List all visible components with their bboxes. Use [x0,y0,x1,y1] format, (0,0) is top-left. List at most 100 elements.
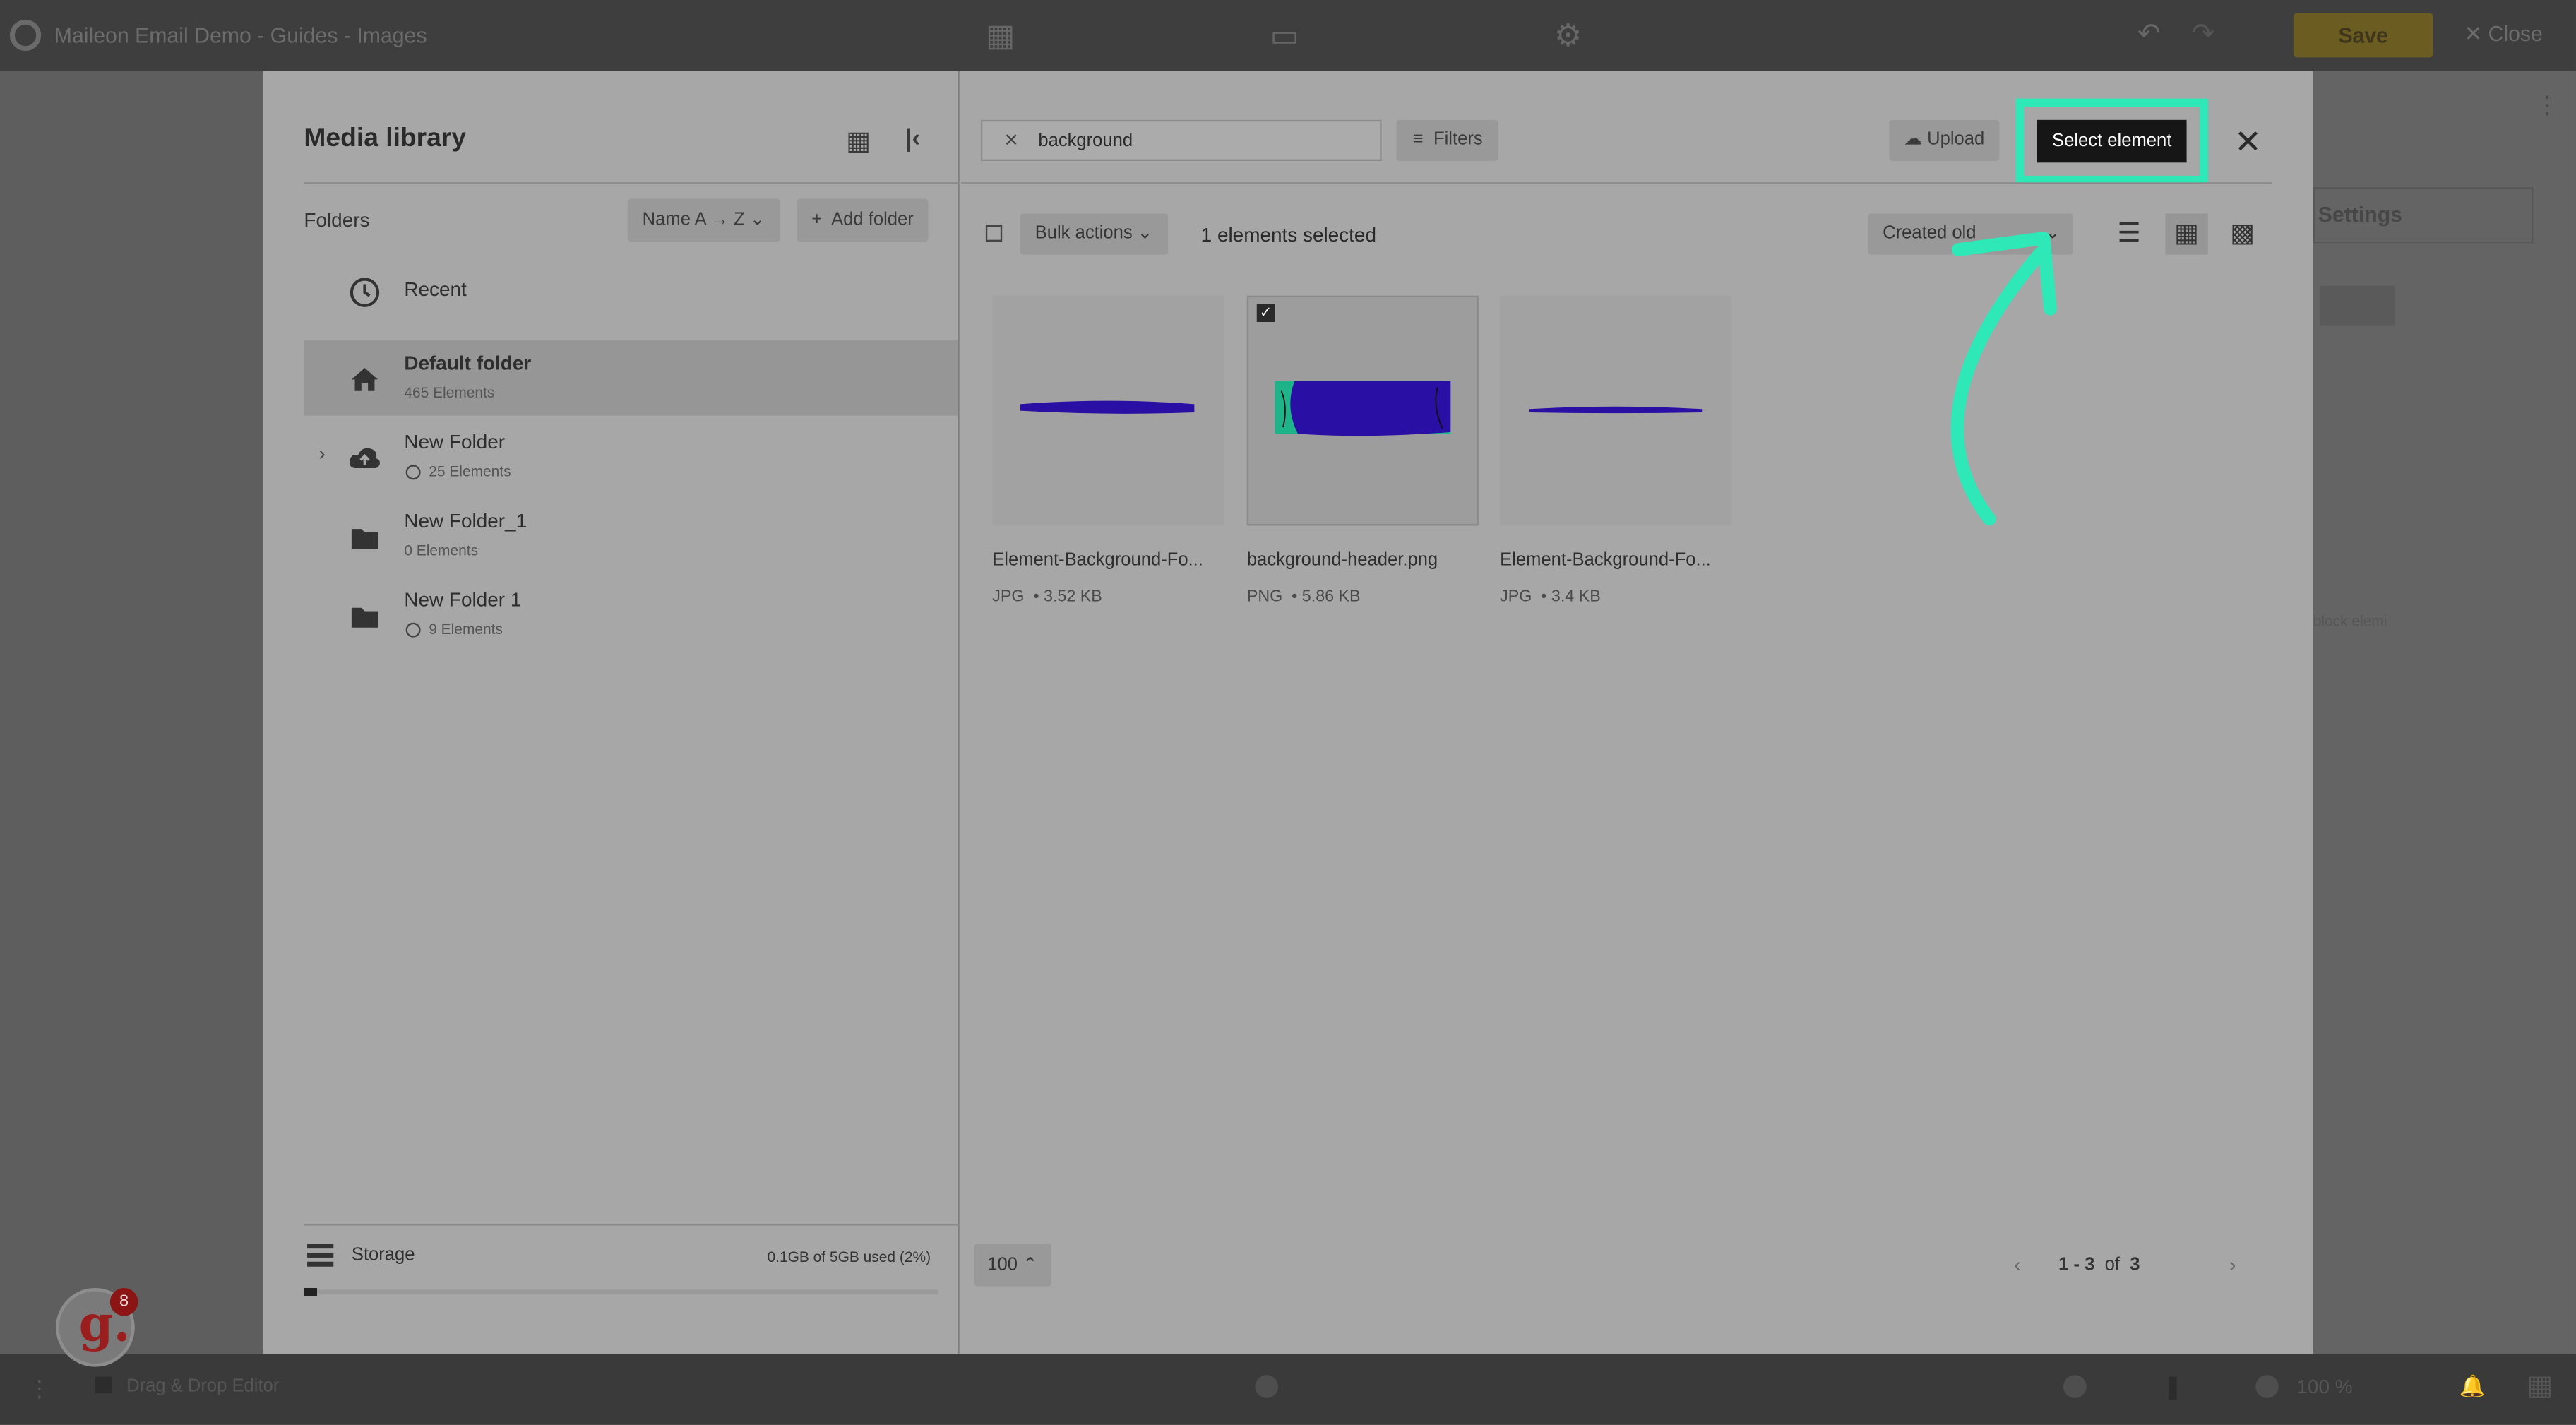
folder-count: 9 Elements [429,621,503,638]
filters-button[interactable]: ≡ Filters [1396,119,1498,161]
grid-view-icon[interactable]: ▦ [846,125,871,158]
desktop-preview-icon[interactable]: ▭ [1270,18,1299,56]
previous-page-icon[interactable]: ‹ [2014,1253,2020,1277]
media-type: JPG [1500,588,1532,607]
folder-item-recent[interactable]: Recent [304,253,958,328]
notification-count-badge: 8 [109,1287,138,1316]
folder-item-new-folder[interactable]: › New Folder 25 Elements [304,419,958,494]
filters-label: Filters [1433,129,1483,150]
media-name: background-header.png [1246,550,1438,571]
folders-label: Folders [304,208,370,232]
folder-item-default[interactable]: Default folder 465 Elements [304,340,958,416]
list-view-icon[interactable]: ☰ [2108,213,2150,254]
folder-item-new-folder-1[interactable]: New Folder 1 9 Elements [304,577,958,652]
grid-view-icon[interactable]: ▦ [2165,213,2208,255]
sort-folders-label: Name A → Z [642,210,745,230]
app-logo-icon [9,19,42,52]
preview-toggle-icon[interactable] [1255,1375,1279,1398]
media-main-area: ✕ ≡ Filters ☁ Upload Select element ✕ Bu… [961,71,2313,1354]
search-input[interactable] [1038,126,1367,157]
media-type: PNG [1246,588,1283,607]
add-folder-label: Add folder [831,210,914,230]
folder-icon [351,529,378,549]
sort-folders-button[interactable]: Name A → Z ⌄ [627,198,780,242]
media-thumbnail[interactable] [992,295,1224,526]
chevron-down-icon: ⌄ [1137,223,1153,244]
collapse-sidebar-icon[interactable]: |‹ [905,125,920,153]
folder-item-new-folder-underscore-1[interactable]: New Folder_1 0 Elements [304,498,958,573]
media-thumbnail[interactable]: ✓ [1246,295,1479,526]
masonry-view-icon[interactable]: ▩ [2221,213,2263,254]
next-page-icon[interactable]: › [2229,1253,2236,1277]
menu-dots-icon[interactable]: ⋮ [28,1375,52,1403]
folder-icon [351,607,378,628]
selected-count: 1 elements selected [1200,223,1376,246]
media-meta: PNG • 5.86 KB [1246,588,1361,607]
folder-count: 0 Elements [404,542,479,559]
tutorial-arrow [1950,232,2057,526]
chevron-up-icon: ⌃ [1022,1255,1038,1275]
redo-icon[interactable]: ↷ [2192,18,2215,52]
more-options-icon[interactable]: ⋮ [2535,90,2560,120]
panel-hint-text: block elemi [2313,612,2387,630]
zoom-level: 100 % [2296,1375,2353,1398]
zoom-slider-handle[interactable] [2168,1376,2177,1400]
app-root: Maileon Email Demo - Guides - Images ▦ ▭… [0,0,2576,1425]
upload-button[interactable]: ☁ Upload [1889,119,2000,161]
cloud-upload-icon [350,448,381,469]
folder-name: New Folder [404,430,506,454]
folder-count: 465 Elements [404,384,495,401]
storage-icon [307,1244,334,1267]
chevron-right-icon[interactable]: › [318,442,325,465]
folder-name: Default folder [404,351,532,375]
clear-search-icon[interactable]: ✕ [1003,130,1018,151]
panel-dropdown[interactable] [2320,285,2396,326]
items-per-page-dropdown[interactable]: 100 ⌃ [974,1244,1051,1287]
folder-name: Recent [404,278,467,301]
select-all-checkbox[interactable] [985,225,1003,242]
media-size: 3.52 KB [1044,588,1102,607]
total-count: 3 [2130,1255,2140,1275]
clock-icon [350,278,380,307]
editor-mode-label[interactable]: Drag & Drop Editor [126,1377,279,1397]
settings-tab[interactable]: Settings [2313,187,2534,244]
layout-icon[interactable]: ▦ [986,18,1015,56]
folder-name: New Folder 1 [404,588,522,612]
modal-title: Media library [304,124,467,153]
bulk-actions-button[interactable]: Bulk actions ⌄ [1020,213,1168,255]
image-preview [1275,381,1451,436]
divider [961,182,2272,184]
image-preview [1020,400,1195,414]
item-checked-checkbox[interactable]: ✓ [1256,304,1275,322]
close-modal-icon[interactable]: ✕ [2234,121,2262,162]
select-element-button[interactable]: Select element [2037,119,2187,163]
media-name: Element-Background-Fo... [992,550,1203,571]
undo-icon[interactable]: ↶ [2137,18,2161,52]
divider [304,1224,960,1226]
notification-bell-icon[interactable]: 🔔 [2459,1373,2486,1400]
close-editor-button[interactable]: ✕ Close [2464,21,2543,47]
media-type: JPG [992,588,1025,607]
storage-progress-fill [304,1287,317,1296]
document-title: Maileon Email Demo - Guides - Images [54,23,427,48]
of-label: of [2104,1255,2120,1275]
per-page-value: 100 [987,1255,1018,1275]
image-preview [1529,406,1703,414]
save-button[interactable]: Save [2293,13,2433,58]
media-thumbnail[interactable] [1500,295,1732,526]
media-meta: JPG • 3.52 KB [992,588,1102,607]
storage-used-text: 0.1GB of 5GB used (2%) [767,1248,931,1265]
zoom-in-icon[interactable] [2255,1375,2279,1398]
apps-grid-icon[interactable]: ▦ [2527,1370,2553,1403]
close-label: Close [2488,21,2543,47]
bulk-actions-label: Bulk actions [1034,223,1133,244]
storage-label: Storage [351,1245,415,1265]
settings-gear-icon[interactable]: ⚙ [1554,18,1582,56]
zoom-out-icon[interactable] [2063,1375,2087,1398]
page-range: 1 - 3 [2058,1255,2095,1275]
home-icon [351,368,378,391]
folder-count: 25 Elements [429,463,511,480]
cloud-upload-icon: ☁ [1904,129,1923,150]
add-folder-button[interactable]: + Add folder [797,198,929,242]
upload-label: Upload [1927,129,1985,150]
